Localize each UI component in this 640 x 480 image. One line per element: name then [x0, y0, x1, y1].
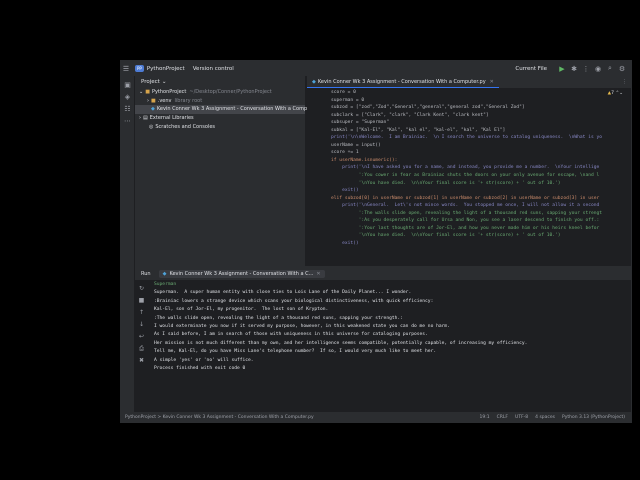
inspection-widget[interactable]: ▲7 ⌃⌄ [608, 90, 623, 98]
tree-item-scratches[interactable]: ◎ Scratches and Consoles [135, 122, 305, 131]
commit-tool-icon[interactable]: ◈ [123, 92, 132, 101]
project-name[interactable]: PythonProject [147, 66, 185, 72]
vcs-widget[interactable]: Version control [193, 66, 234, 72]
console-line: I would exterminate you now if it served… [154, 324, 450, 330]
code-line: ':The walls slide open, revealing the li… [331, 210, 603, 216]
more-tools-icon[interactable]: ⋯ [123, 116, 132, 125]
tree-item-external-libraries[interactable]: › ▤ External Libraries [135, 114, 305, 123]
run-toolbar: ↻ ■ ↑ ↓ ↩ ⎙ ✖ [135, 280, 148, 415]
code-line: subsuper = "Superman" [331, 120, 390, 126]
project-panel: Project ⌄ ⌄ ■ PythonProject ~/Desktop/Conn… [135, 76, 310, 266]
account-icon[interactable]: ◉ [593, 64, 603, 74]
editor-tab-bar: ◆ Kevin Conner Wk 3 Assignment - Convers… [307, 76, 631, 89]
status-breadcrumb[interactable]: PythonProject > Kevin Conner Wk 3 Assign… [125, 415, 314, 420]
console-line: :The walls slide open, revealing the lig… [154, 315, 403, 321]
caret-position[interactable]: 19:1 [480, 415, 490, 420]
tab-options-icon[interactable]: ⋮ [622, 79, 627, 85]
code-line: score = 0 [331, 90, 356, 95]
code-line: elif subzod[0] in userName or subzod[1] … [331, 195, 600, 201]
code-line: exit() [331, 188, 359, 194]
project-tool-icon[interactable]: ▣ [123, 80, 132, 89]
debug-icon[interactable]: ✱ [569, 64, 579, 74]
editor-area: ◆ Kevin Conner Wk 3 Assignment - Convers… [307, 76, 631, 266]
console-line: Superman [154, 282, 177, 287]
console-output[interactable]: Superman Superman. A super human entity … [154, 281, 627, 415]
line-separator[interactable]: CRLF [497, 415, 508, 420]
interpreter-selector[interactable]: Python 3.13 (PythonProject) [562, 415, 625, 420]
close-tab-icon[interactable]: ✕ [490, 79, 494, 85]
python-file-icon: ◆ [312, 78, 316, 85]
code-line: '\nYou have died. \n\nYour final score i… [331, 180, 561, 186]
code-line: ':Your last thoughts are of Jor-El, and … [331, 225, 600, 231]
run-panel-title: Run [141, 270, 151, 277]
expand-chevron-icon[interactable]: ⌄ [139, 89, 143, 95]
file-encoding[interactable]: UTF-8 [515, 415, 528, 420]
folder-icon: ■ [151, 97, 156, 104]
run-config-selector[interactable]: Current File [515, 66, 547, 72]
editor-tab-active[interactable]: ◆ Kevin Conner Wk 3 Assignment - Convers… [307, 76, 499, 88]
tree-item-script-file[interactable]: ◆ Kevin Conner Wk 3 Assignment - Convers… [135, 105, 310, 114]
code-line: exit() [331, 240, 359, 246]
project-badge[interactable]: PP [135, 65, 144, 72]
tree-item-root[interactable]: ⌄ ■ PythonProject ~/Desktop/Conner/Python… [135, 88, 305, 97]
scroll-up-icon[interactable]: ↑ [137, 308, 146, 317]
code-line: subzod = ["zod","Zod","General","general… [331, 105, 525, 111]
scroll-down-icon[interactable]: ↓ [137, 320, 146, 329]
code-line: score += 1 [331, 150, 359, 156]
project-panel-title[interactable]: Project ⌄ [135, 76, 305, 88]
ide-window: ☰ PP PythonProject Version control Curre… [120, 60, 632, 423]
structure-tool-icon[interactable]: ☷ [123, 104, 132, 113]
app-menu-icon[interactable]: ☰ [121, 64, 131, 74]
console-line: Superman. A super human entity with clos… [154, 290, 412, 296]
rerun-icon[interactable]: ↻ [137, 284, 146, 293]
run-header: Run ◆ Kevin Conner Wk 3 Assignment - Con… [135, 267, 631, 280]
status-bar: PythonProject > Kevin Conner Wk 3 Assign… [121, 412, 631, 422]
chevron-down-icon[interactable]: ⌄ [619, 91, 623, 96]
folder-icon: ■ [145, 89, 150, 96]
trash-icon[interactable]: ✖ [137, 356, 146, 365]
collapse-chevron-icon[interactable]: › [139, 115, 141, 121]
code-line: print('\nGeneral. Let\'s not mince words… [331, 203, 600, 209]
scratches-icon: ◎ [149, 123, 154, 130]
console-line: Tell me, Kal-El, do you have Miss Lane's… [154, 349, 437, 355]
code-line: ':As you desperately call for Ursa and N… [331, 218, 600, 224]
run-tab[interactable]: ◆ Kevin Conner Wk 3 Assignment - Convers… [158, 269, 325, 278]
settings-gear-icon[interactable]: ⚙ [617, 64, 627, 74]
code-line: '\nYou have died. \n\nYour final score i… [331, 233, 561, 239]
console-line: Kal-El, son of Jor-El, my progenitor. Th… [154, 307, 329, 313]
code-line: userName = input() [331, 142, 381, 148]
code-editor[interactable]: ▲7 ⌃⌄ score = 0 superman = 0 subzod = ["… [307, 89, 631, 266]
indent-setting[interactable]: 4 spaces [535, 415, 555, 420]
search-everywhere-icon[interactable]: ⌕ [605, 64, 615, 74]
wrap-icon[interactable]: ↩ [137, 332, 146, 341]
console-line: Process finished with exit code 0 [154, 366, 246, 372]
more-actions-icon[interactable]: ⋮ [581, 64, 591, 74]
console-line: A simple 'yes' or 'no' will suffice. [154, 357, 254, 363]
code-line: subkal = ["Kal-El", "Kal", "kal el", "ka… [331, 127, 506, 133]
stop-icon[interactable]: ■ [137, 296, 146, 305]
code-line: if userName.isnumeric(): [331, 157, 398, 163]
code-line: print('\n\nWelcome. I am Brainiac. \n I … [331, 135, 603, 141]
left-tool-strip: ▣ ◈ ☷ ⋯ [121, 76, 135, 412]
console-line: Her mission is not much different than m… [154, 340, 528, 346]
collapse-chevron-icon[interactable]: › [147, 98, 149, 104]
python-file-icon: ◆ [151, 106, 155, 113]
close-tab-icon[interactable]: ✕ [316, 271, 320, 277]
code-line: subclark = ["Clark", "clark", "Clark Ken… [331, 112, 489, 118]
tree-item-venv[interactable]: › ■ .venv library root [135, 97, 305, 106]
console-line: As I said before, I am in search of thos… [154, 332, 428, 338]
code-line: ':You cower in fear as Brainiac shuts th… [331, 173, 600, 179]
run-icon[interactable]: ▶ [557, 64, 567, 74]
python-file-icon: ◆ [162, 270, 167, 277]
code-line: print('\nI have asked you for a name, an… [331, 165, 600, 171]
library-icon: ▤ [143, 115, 148, 122]
code-line: superman = 0 [331, 97, 365, 103]
title-bar: ☰ PP PythonProject Version control Curre… [121, 61, 631, 76]
print-icon[interactable]: ⎙ [137, 344, 146, 353]
console-line: :Brainiac lowers a strange device which … [154, 298, 434, 304]
run-tool-window: Run ◆ Kevin Conner Wk 3 Assignment - Con… [135, 266, 631, 415]
